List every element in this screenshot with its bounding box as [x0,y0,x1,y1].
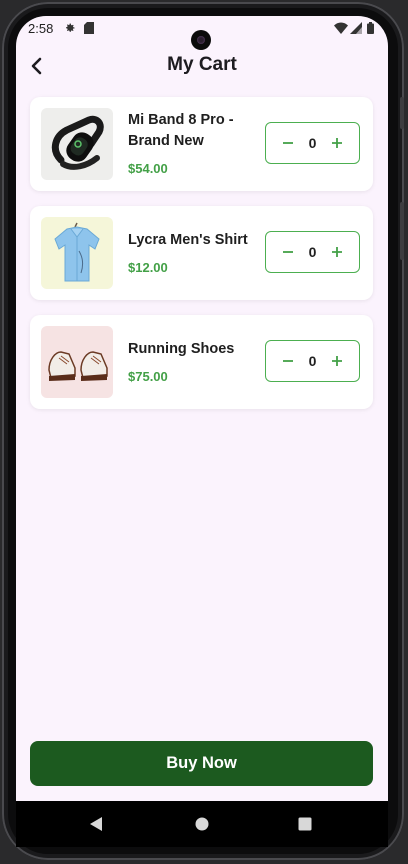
product-image [41,108,113,180]
page-title: My Cart [167,54,237,75]
cart-item: Running Shoes $75.00 0 [30,315,373,409]
decrease-button[interactable] [270,232,306,272]
plus-icon [332,356,342,366]
product-price: $54.00 [128,161,168,176]
increase-button[interactable] [319,232,355,272]
quantity-stepper: 0 [265,340,360,382]
sd-card-icon [84,21,94,39]
buy-now-button[interactable]: Buy Now [30,741,373,786]
minus-icon [283,142,293,144]
plus-icon [332,138,342,148]
cart-item: Lycra Men's Shirt $12.00 0 [30,206,373,300]
battery-icon [367,21,374,39]
cart-item: Mi Band 8 Pro - Brand New $54.00 0 [30,97,373,191]
increase-button[interactable] [319,123,355,163]
product-price: $12.00 [128,260,168,275]
nav-home-button[interactable] [182,801,222,847]
app-screen: 2:58 My Cart Mi Band 8 Pro - Brand New $… [16,16,388,801]
status-time: 2:58 [28,21,54,36]
triangle-back-icon [90,817,102,831]
quantity-stepper: 0 [265,231,360,273]
signal-icon [350,21,362,39]
power-button [400,202,404,260]
system-nav-bar [16,801,388,847]
nav-recents-button[interactable] [285,801,325,847]
volume-button [400,97,404,129]
settings-icon [64,21,76,39]
product-name: Mi Band 8 Pro - Brand New [128,112,234,149]
circle-home-icon [195,817,209,831]
decrease-button[interactable] [270,123,306,163]
increase-button[interactable] [319,341,355,381]
cart-list: Mi Band 8 Pro - Brand New $54.00 0 Lycra… [30,97,373,424]
wifi-icon [334,21,348,39]
product-name: Running Shoes [128,341,235,357]
square-recents-icon [298,817,312,831]
front-camera [191,30,211,50]
nav-back-button[interactable] [76,801,116,847]
product-name: Lycra Men's Shirt [128,232,248,248]
quantity-stepper: 0 [265,122,360,164]
decrease-button[interactable] [270,341,306,381]
product-image [41,217,113,289]
product-price: $75.00 [128,369,168,384]
plus-icon [332,247,342,257]
minus-icon [283,251,293,253]
minus-icon [283,360,293,362]
product-image [41,326,113,398]
